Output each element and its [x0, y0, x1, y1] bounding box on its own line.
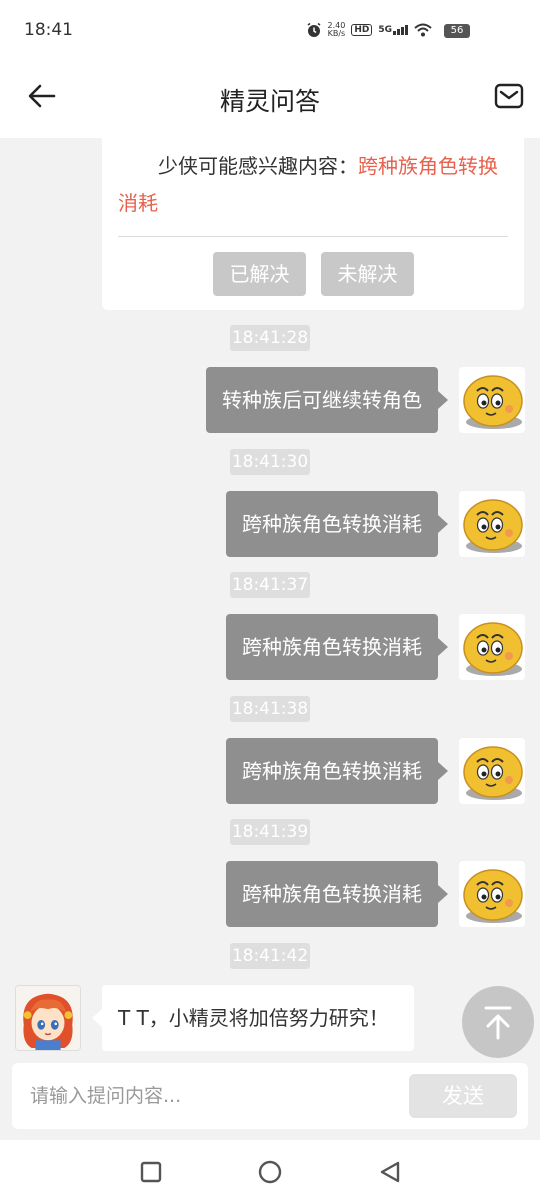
square-recents-icon[interactable]	[137, 1158, 165, 1186]
bot-message-bubble: T T，小精灵将加倍努力研究！	[92, 985, 414, 1051]
app-header: 精灵问答	[0, 62, 540, 138]
suggestion-card: 少侠可能感兴趣内容：跨种族角色转换消耗 已解决 未解决	[102, 138, 524, 310]
user-message-bubble: 跨种族角色转换消耗	[226, 614, 448, 680]
unsolved-button[interactable]: 未解决	[321, 252, 414, 296]
smiley-face-icon	[463, 499, 523, 553]
smiley-face-icon	[463, 622, 523, 676]
mail-icon[interactable]	[494, 82, 524, 110]
smiley-face-icon	[463, 869, 523, 923]
signal-label: 5G	[378, 25, 392, 35]
arrow-up-icon	[484, 1006, 512, 1040]
signal-bar	[397, 29, 400, 35]
user-avatar	[459, 614, 525, 680]
message-timestamp: 18:41:37	[230, 572, 310, 598]
user-avatar	[459, 861, 525, 927]
user-avatar	[459, 367, 525, 433]
status-bar: 18:41 2.40 KB/s HD 5G 56	[0, 0, 540, 62]
user-message-bubble: 跨种族角色转换消耗	[226, 491, 448, 557]
alarm-icon	[307, 22, 320, 37]
question-input[interactable]	[16, 1073, 396, 1119]
bot-avatar	[15, 985, 81, 1051]
signal-5g-icon: 5G	[378, 25, 408, 35]
user-avatar	[459, 738, 525, 804]
solved-button[interactable]: 已解决	[213, 252, 306, 296]
message-timestamp: 18:41:30	[230, 449, 310, 475]
user-message-bubble: 跨种族角色转换消耗	[226, 738, 448, 804]
message-timestamp: 18:41:38	[230, 696, 310, 722]
circle-home-icon[interactable]	[256, 1158, 284, 1186]
hd-icon: HD	[351, 24, 373, 36]
signal-bar	[405, 25, 408, 35]
message-timestamp: 18:41:42	[230, 943, 310, 969]
user-message-bubble: 跨种族角色转换消耗	[226, 861, 448, 927]
system-nav-bar	[0, 1140, 540, 1204]
page-title: 精灵问答	[219, 87, 320, 116]
triangle-back-icon[interactable]	[376, 1158, 404, 1186]
net-speed-unit: KB/s	[327, 29, 346, 38]
smiley-face-icon	[463, 375, 523, 429]
send-button[interactable]: 发送	[409, 1074, 517, 1118]
message-timestamp: 18:41:39	[230, 819, 310, 845]
input-bar: 发送	[12, 1063, 528, 1129]
status-time: 18:41	[24, 20, 73, 40]
sprite-girl-icon	[16, 986, 80, 1050]
user-avatar	[459, 491, 525, 557]
scroll-to-top-button[interactable]	[462, 986, 534, 1058]
wifi-icon	[414, 23, 432, 37]
user-message-bubble: 转种族后可继续转角色	[206, 367, 448, 433]
divider	[118, 236, 508, 237]
signal-bar	[393, 31, 396, 35]
suggestion-prefix: 少侠可能感兴趣内容：	[158, 154, 358, 178]
smiley-face-icon	[463, 746, 523, 800]
net-speed: 2.40 KB/s	[328, 22, 346, 38]
suggestion-text: 少侠可能感兴趣内容：跨种族角色转换消耗	[118, 148, 510, 222]
battery-icon: 56	[444, 24, 470, 38]
message-timestamp: 18:41:28	[230, 325, 310, 351]
signal-bar	[401, 27, 404, 35]
